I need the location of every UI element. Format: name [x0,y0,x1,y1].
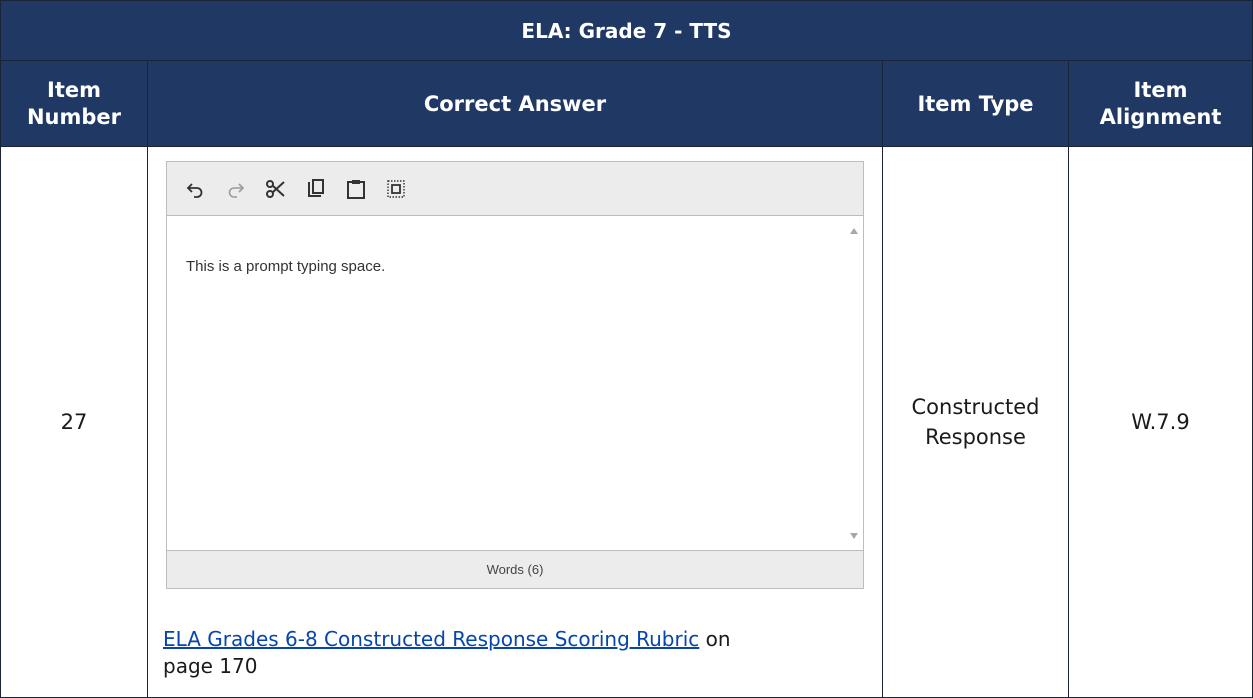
editor-toolbar [167,162,863,216]
scroll-up-arrow-icon[interactable] [850,228,858,234]
response-editor: This is a prompt typing space. Words (6) [166,161,864,589]
response-text-area[interactable]: This is a prompt typing space. [167,216,848,551]
table-title: ELA: Grade 7 - TTS [0,0,1253,61]
scroll-down-arrow-icon[interactable] [850,533,858,539]
undo-icon[interactable] [182,176,208,202]
redo-icon[interactable] [223,176,249,202]
editor-scrollbar[interactable] [846,216,863,551]
select-all-icon[interactable] [383,176,409,202]
cell-item-number: 27 [0,146,148,698]
cell-item-alignment: W.7.9 [1068,146,1253,698]
clipboard-icon[interactable] [343,176,369,202]
rubric-link[interactable]: ELA Grades 6-8 Constructed Response Scor… [163,627,699,651]
header-correct-answer: Correct Answer [147,60,883,147]
scissors-icon[interactable] [263,176,289,202]
header-item-alignment: Item Alignment [1068,60,1253,147]
header-item-type: Item Type [882,60,1069,147]
rubric-page: page 170 [163,654,258,678]
rubric-reference: ELA Grades 6-8 Constructed Response Scor… [163,626,863,680]
rubric-suffix: on [699,627,731,651]
header-item-number: Item Number [0,60,148,147]
cell-item-type: Constructed Response [882,146,1069,698]
word-count-bar: Words (6) [167,550,863,588]
word-count: Words (6) [486,562,544,577]
copy-icon[interactable] [303,176,329,202]
